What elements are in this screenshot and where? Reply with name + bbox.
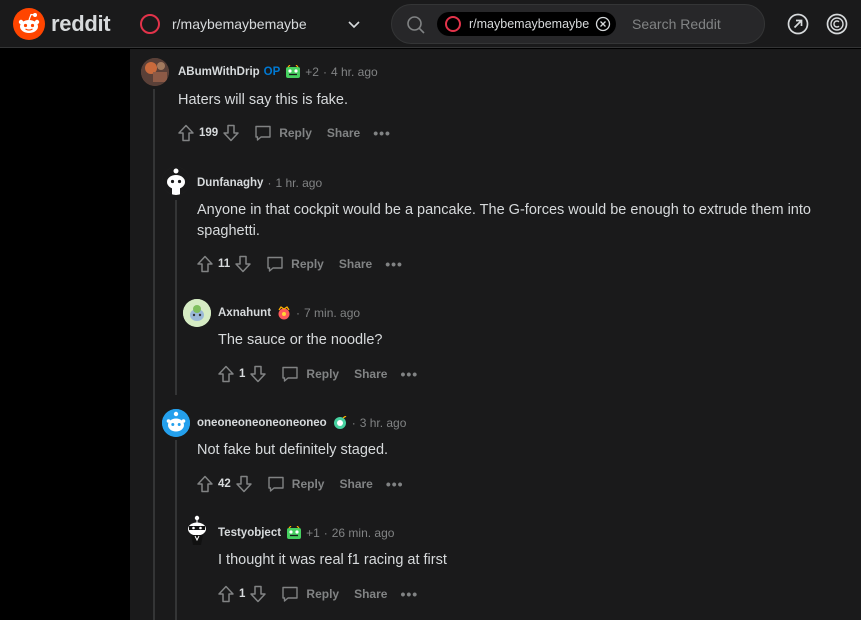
reply-label: Reply: [306, 367, 340, 381]
subreddit-icon: [140, 14, 160, 34]
search-bar[interactable]: r/maybemaybemaybe: [391, 4, 765, 44]
reddit-wordmark: reddit: [51, 11, 111, 36]
flair-icon: [285, 65, 301, 79]
coins-icon[interactable]: [825, 12, 849, 36]
comment-timestamp[interactable]: 26 min. ago: [332, 526, 395, 540]
flair-count: +2: [305, 65, 319, 79]
vote-count: 1: [239, 368, 246, 380]
reply-label: Reply: [306, 587, 340, 601]
reply-button[interactable]: Reply: [265, 254, 324, 274]
popular-arrow-icon[interactable]: [786, 12, 810, 36]
comment-timestamp[interactable]: 4 hr. ago: [331, 65, 378, 79]
comment-bubble-icon: [280, 364, 300, 384]
flair-icon: [332, 416, 348, 430]
comment-bubble-icon: [280, 584, 300, 604]
meta-separator: ·: [322, 65, 327, 79]
flair-count: +1: [306, 526, 320, 540]
reply-button[interactable]: Reply: [280, 364, 339, 384]
meta-separator: ·: [296, 306, 301, 320]
more-options-icon[interactable]: •••: [400, 366, 418, 382]
more-options-icon[interactable]: •••: [400, 586, 418, 602]
comment-body: Not fake but definitely staged.: [197, 442, 389, 458]
meta-separator: ·: [323, 526, 328, 540]
reply-button[interactable]: Reply: [280, 584, 339, 604]
thread-line[interactable]: [175, 200, 177, 395]
vote-count: 42: [218, 478, 231, 490]
upvote-icon[interactable]: [216, 364, 236, 384]
comment-bubble-icon: [253, 123, 273, 143]
share-button[interactable]: Share: [354, 367, 387, 381]
close-icon[interactable]: [595, 16, 611, 32]
comment-bubble-icon: [266, 474, 286, 494]
downvote-icon[interactable]: [248, 584, 268, 604]
comment-timestamp[interactable]: 1 hr. ago: [275, 176, 322, 190]
share-button[interactable]: Share: [327, 126, 360, 140]
share-button[interactable]: Share: [354, 587, 387, 601]
share-button[interactable]: Share: [339, 477, 372, 491]
search-icon: [406, 15, 426, 35]
upvote-icon[interactable]: [176, 123, 196, 143]
more-options-icon[interactable]: •••: [373, 125, 391, 141]
subreddit-chip-icon: [445, 16, 461, 32]
downvote-icon[interactable]: [234, 474, 254, 494]
reply-button[interactable]: Reply: [253, 123, 312, 143]
meta-separator: ·: [267, 176, 272, 190]
upvote-icon[interactable]: [195, 474, 215, 494]
comment-author[interactable]: Dunfanaghy: [197, 177, 263, 189]
comment-body: Anyone in that cockpit would be a pancak…: [197, 202, 811, 239]
thread-line[interactable]: [175, 440, 177, 620]
share-label: Share: [354, 587, 388, 601]
avatar[interactable]: [162, 167, 190, 195]
comment-author[interactable]: oneoneoneoneoneoneo: [197, 417, 327, 429]
comment-author[interactable]: Testyobject: [218, 527, 281, 539]
avatar[interactable]: [183, 515, 211, 547]
more-options-icon[interactable]: •••: [385, 256, 403, 272]
thread-line[interactable]: [153, 89, 155, 620]
chevron-down-icon: [346, 16, 362, 32]
more-options-icon[interactable]: •••: [386, 476, 404, 492]
comment-bubble-icon: [265, 254, 285, 274]
upvote-icon[interactable]: [195, 254, 215, 274]
op-badge: OP: [263, 66, 281, 78]
comment-author[interactable]: Axnahunt: [218, 307, 271, 319]
reddit-logo-icon: [13, 8, 45, 40]
downvote-icon[interactable]: [248, 364, 268, 384]
avatar[interactable]: [183, 299, 211, 327]
search-input[interactable]: [632, 14, 752, 34]
comment-body: The sauce or the noodle?: [218, 332, 383, 348]
downvote-icon[interactable]: [221, 123, 241, 143]
meta-separator: ·: [351, 416, 356, 430]
left-gutter: [0, 49, 130, 620]
comment-timestamp[interactable]: 7 min. ago: [304, 306, 360, 320]
upvote-icon[interactable]: [216, 584, 236, 604]
share-button[interactable]: Share: [339, 257, 372, 271]
comment-timestamp[interactable]: 3 hr. ago: [360, 416, 407, 430]
search-chip-label: r/maybemaybemaybe: [469, 17, 590, 31]
reply-button[interactable]: Reply: [266, 474, 325, 494]
share-label: Share: [339, 477, 373, 491]
reply-label: Reply: [291, 477, 325, 491]
avatar[interactable]: [162, 409, 190, 437]
share-label: Share: [354, 367, 388, 381]
reply-label: Reply: [279, 126, 312, 140]
reply-label: Reply: [291, 257, 324, 271]
vote-count: 1: [239, 588, 246, 600]
flair-icon: [276, 306, 292, 320]
share-label: Share: [326, 126, 361, 140]
share-label: Share: [338, 257, 373, 271]
comment-author[interactable]: ABumWithDrip: [178, 66, 260, 78]
community-switcher-label: r/maybemaybemaybe: [172, 16, 307, 32]
flair-icon: [286, 526, 302, 540]
vote-count: 199: [199, 127, 219, 139]
search-subreddit-chip[interactable]: r/maybemaybemaybe: [437, 12, 616, 36]
avatar[interactable]: [141, 58, 169, 86]
comment-body: Haters will say this is fake.: [178, 92, 349, 108]
downvote-icon[interactable]: [233, 254, 253, 274]
comment-body: I thought it was real f1 racing at first: [218, 552, 447, 568]
vote-count: 11: [218, 258, 231, 270]
community-switcher[interactable]: r/maybemaybemaybe: [140, 10, 370, 38]
reddit-home-link[interactable]: reddit: [13, 8, 111, 40]
top-nav-bar: reddit r/maybemaybemaybe r/maybemaybemay…: [0, 0, 861, 48]
